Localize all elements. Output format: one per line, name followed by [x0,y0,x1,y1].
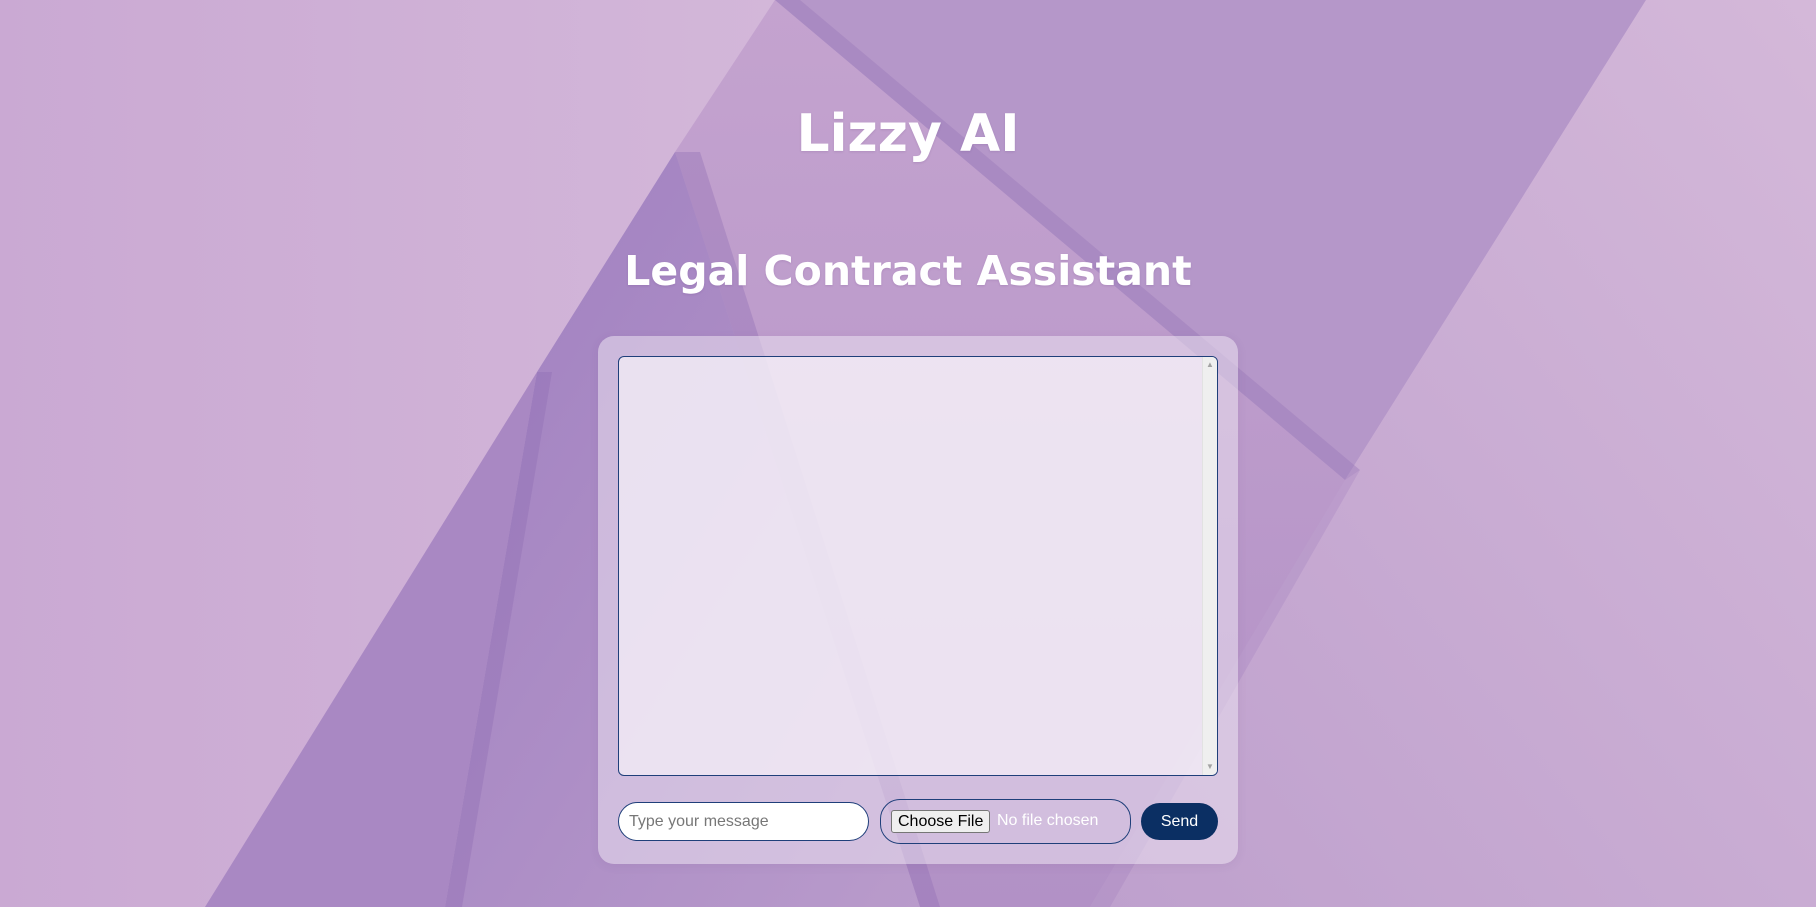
file-status-text: No file chosen [997,812,1099,829]
app-subtitle: Legal Contract Assistant [624,247,1192,295]
file-upload-field[interactable]: Choose File No file chosen [880,799,1131,844]
chat-scrollbar[interactable]: ▲ ▼ [1202,357,1217,775]
app-title: Lizzy AI [796,104,1020,164]
scroll-down-arrow-icon[interactable]: ▼ [1203,762,1217,772]
choose-file-button[interactable]: Choose File [891,810,991,833]
send-button[interactable]: Send [1141,803,1218,840]
composer-bar: Choose File No file chosen Send [618,798,1218,844]
chat-panel: ▲ ▼ Choose File No file chosen Send [598,336,1238,864]
scroll-up-arrow-icon[interactable]: ▲ [1203,360,1217,370]
chat-messages-area[interactable]: ▲ ▼ [618,356,1218,776]
message-input[interactable] [618,802,869,841]
